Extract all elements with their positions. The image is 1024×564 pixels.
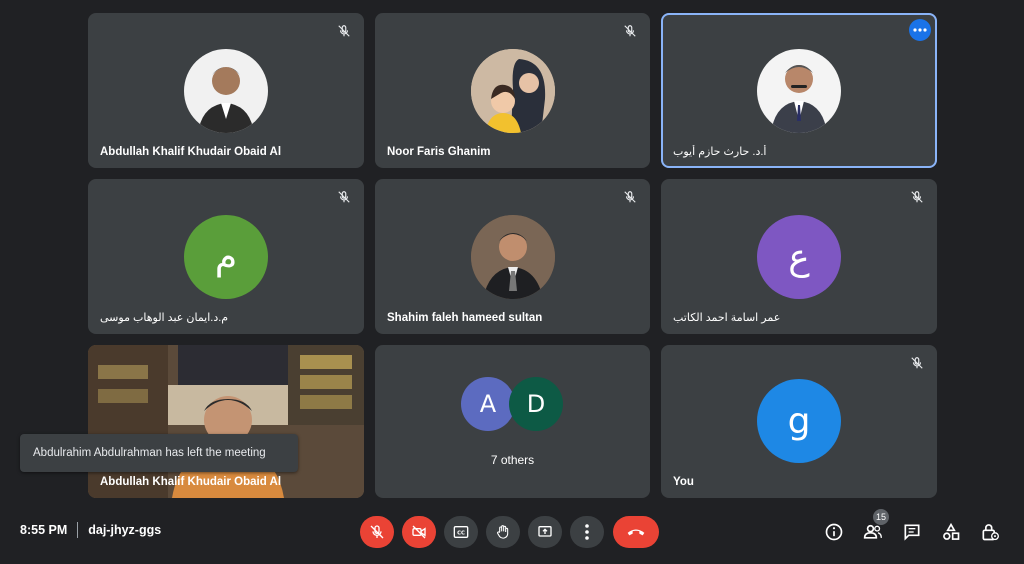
participant-tile[interactable]: Noor Faris Ghanim xyxy=(375,13,650,168)
chat-icon xyxy=(904,524,920,541)
participant-tile-active-speaker[interactable]: أ.د. حارث حازم أيوب xyxy=(661,13,937,168)
participant-name: Noor Faris Ghanim xyxy=(387,146,491,158)
avatar xyxy=(184,49,268,133)
participant-name: م.د.ايمان عبد الوهاب موسى xyxy=(100,312,229,324)
mic-toggle-button[interactable] xyxy=(360,516,394,548)
camera-toggle-button[interactable] xyxy=(402,516,436,548)
notification-toast: Abdulrahim Abdulrahman has left the meet… xyxy=(20,434,298,472)
activities-icon xyxy=(943,522,960,540)
host-controls-button[interactable] xyxy=(978,520,1002,544)
mic-off-icon xyxy=(907,187,927,207)
svg-text:CC: CC xyxy=(457,531,465,537)
clock-time: 8:55 PM xyxy=(20,523,68,537)
avatar xyxy=(757,49,841,133)
more-options-button[interactable] xyxy=(909,19,931,41)
participants-count-badge: 15 xyxy=(873,509,889,525)
divider xyxy=(77,522,79,538)
camera-off-icon xyxy=(412,525,426,539)
avatar xyxy=(471,49,555,133)
participant-tile[interactable]: Abdullah Khalif Khudair Obaid Al xyxy=(88,13,364,168)
participant-name: عمر اسامة احمد الكاتب xyxy=(673,312,781,324)
info-icon xyxy=(825,523,843,541)
people-icon xyxy=(863,524,882,539)
others-count-label: 7 others xyxy=(490,453,535,467)
present-icon xyxy=(538,526,552,537)
participant-video-tile[interactable]: Abdullah Khalif Khudair Obaid Al xyxy=(88,345,364,498)
hang-up-icon xyxy=(627,529,645,536)
others-tile[interactable]: A D 7 others xyxy=(375,345,650,498)
raise-hand-button[interactable] xyxy=(486,516,520,548)
participant-tile[interactable]: Shahim faleh hameed sultan xyxy=(375,179,650,334)
meeting-details-button[interactable] xyxy=(822,520,846,544)
participant-name: Shahim faleh hameed sultan xyxy=(387,312,543,324)
participant-tile[interactable]: م م.د.ايمان عبد الوهاب موسى xyxy=(88,179,364,334)
participant-tile[interactable]: ع عمر اسامة احمد الكاتب xyxy=(661,179,937,334)
more-vert-icon xyxy=(585,524,589,540)
avatar-initial: g xyxy=(757,379,841,463)
host-controls-icon xyxy=(982,524,999,541)
raise-hand-icon xyxy=(497,525,509,539)
participant-name: You xyxy=(673,476,694,488)
mic-off-icon xyxy=(334,21,354,41)
participant-name: Abdullah Khalif Khudair Obaid Al xyxy=(100,476,282,488)
meeting-code: daj-jhyz-ggs xyxy=(88,523,162,537)
avatar-initial: م xyxy=(184,215,268,299)
present-button[interactable] xyxy=(528,516,562,548)
mic-off-icon xyxy=(907,353,927,373)
avatar xyxy=(471,215,555,299)
activities-button[interactable] xyxy=(939,520,963,544)
mic-off-icon xyxy=(334,187,354,207)
participant-name: أ.د. حارث حازم أيوب xyxy=(673,146,767,158)
avatar-initial: A xyxy=(461,377,515,431)
meeting-info: 8:55 PM daj-jhyz-ggs xyxy=(20,522,161,538)
chat-button[interactable] xyxy=(900,520,924,544)
avatar-initial: D xyxy=(509,377,563,431)
captions-icon: CC xyxy=(453,526,469,538)
mic-off-icon xyxy=(370,525,384,539)
mic-off-icon xyxy=(620,187,640,207)
leave-call-button[interactable] xyxy=(613,516,659,548)
more-options-button[interactable] xyxy=(570,516,604,548)
self-tile[interactable]: g You xyxy=(661,345,937,498)
mic-off-icon xyxy=(620,21,640,41)
avatar-initial: ع xyxy=(757,215,841,299)
captions-button[interactable]: CC xyxy=(444,516,478,548)
participant-name: Abdullah Khalif Khudair Obaid Al xyxy=(100,146,282,158)
